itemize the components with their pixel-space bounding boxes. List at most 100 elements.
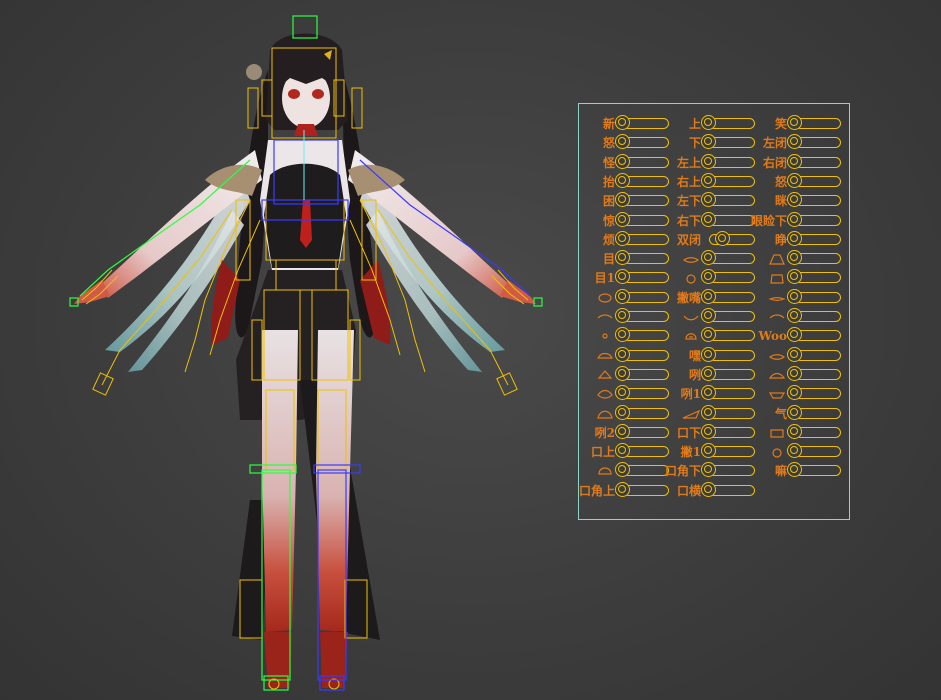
morph-slider[interactable] [615,385,669,401]
morph-control[interactable]: 目 [583,250,669,269]
slider-knob[interactable] [787,211,802,227]
slider-knob[interactable] [787,288,802,304]
slider-knob[interactable] [787,153,802,169]
morph-slider[interactable] [787,288,841,304]
slider-knob[interactable] [787,423,802,439]
slider-knob[interactable] [787,115,802,130]
morph-control[interactable] [669,308,755,327]
morph-control[interactable] [755,346,841,366]
morph-slider[interactable] [701,172,755,188]
morph-control[interactable]: 嘿 [669,346,755,366]
morph-control[interactable]: 咧1 [669,385,755,404]
morph-slider[interactable] [701,211,755,227]
morph-control[interactable]: 怒 [755,172,841,192]
morph-slider[interactable] [787,462,841,478]
morph-slider[interactable] [615,327,669,343]
slider-knob[interactable] [787,269,802,285]
slider-knob[interactable] [701,365,716,381]
morph-slider[interactable] [615,192,669,208]
morph-slider[interactable] [787,250,841,266]
slider-knob[interactable] [701,115,716,130]
morph-control[interactable] [755,443,841,462]
slider-knob[interactable] [701,404,716,420]
morph-slider[interactable] [701,385,755,401]
morph-control[interactable]: Woo [755,327,841,346]
morph-control[interactable]: 下 [669,134,755,153]
slider-knob[interactable] [615,192,630,208]
slider-knob[interactable] [787,346,802,362]
morph-control[interactable]: 睁 [755,230,841,250]
slider-knob[interactable] [615,153,630,169]
morph-control[interactable]: 咧2 [583,423,669,443]
slider-knob[interactable] [701,481,716,497]
morph-slider[interactable] [615,423,669,439]
morph-control[interactable]: 气 [755,404,841,424]
morph-control[interactable]: 左闭 [755,134,841,153]
morph-control[interactable] [669,269,755,288]
slider-knob[interactable] [615,308,630,323]
morph-slider[interactable] [615,308,669,323]
morph-slider[interactable] [787,385,841,401]
morph-slider[interactable] [701,443,755,459]
morph-control[interactable]: 右下 [669,211,755,231]
morph-slider[interactable] [615,462,669,478]
morph-slider[interactable] [701,153,755,169]
slider-knob[interactable] [701,134,716,150]
slider-knob[interactable] [787,308,802,323]
morph-control[interactable] [583,365,669,385]
morph-slider[interactable] [615,346,669,362]
slider-knob[interactable] [615,288,630,304]
morph-slider[interactable] [701,115,755,130]
morph-slider[interactable] [787,134,841,150]
slider-knob[interactable] [615,211,630,227]
morph-slider[interactable] [787,346,841,362]
morph-control[interactable]: 右闭 [755,153,841,173]
morph-control[interactable] [583,327,669,346]
morph-slider[interactable] [787,211,841,227]
morph-slider[interactable] [615,211,669,227]
morph-slider[interactable] [787,115,841,130]
morph-control[interactable]: 眯 [755,192,841,211]
morph-slider[interactable] [787,308,841,323]
slider-knob[interactable] [615,365,630,381]
slider-knob[interactable] [615,385,630,401]
morph-slider[interactable] [615,172,669,188]
morph-slider[interactable] [615,269,669,285]
morph-control[interactable] [583,404,669,424]
morph-slider[interactable] [701,269,755,285]
slider-knob[interactable] [701,192,716,208]
morph-slider[interactable] [615,134,669,150]
slider-knob[interactable] [615,269,630,285]
morph-slider[interactable] [787,365,841,381]
slider-knob[interactable] [701,385,716,401]
morph-control[interactable]: 撇1 [669,443,755,462]
morph-control[interactable]: 双闭 [669,230,755,250]
morph-control[interactable] [583,308,669,327]
morph-slider[interactable] [615,250,669,266]
slider-knob[interactable] [787,327,802,343]
morph-slider[interactable] [709,230,755,246]
morph-control[interactable] [755,423,841,443]
slider-knob[interactable] [615,346,630,362]
slider-knob[interactable] [787,192,802,208]
morph-control[interactable]: 上 [669,115,755,134]
morph-slider[interactable] [701,481,755,497]
slider-knob[interactable] [615,250,630,266]
slider-knob[interactable] [701,172,716,188]
morph-control[interactable]: 口下 [669,423,755,443]
slider-knob[interactable] [787,404,802,420]
morph-control[interactable]: 口角上 [579,481,669,501]
slider-knob[interactable] [615,423,630,439]
slider-knob[interactable] [701,211,716,227]
morph-slider[interactable] [701,327,755,343]
slider-knob[interactable] [615,327,630,343]
morph-slider[interactable] [787,230,841,246]
morph-slider[interactable] [787,172,841,188]
morph-control[interactable] [583,288,669,308]
morph-slider[interactable] [615,365,669,381]
morph-slider[interactable] [615,230,669,246]
morph-control[interactable]: 左上 [669,153,755,173]
morph-control[interactable]: 目1 [583,269,669,288]
morph-control[interactable] [755,385,841,404]
morph-slider[interactable] [701,250,755,266]
